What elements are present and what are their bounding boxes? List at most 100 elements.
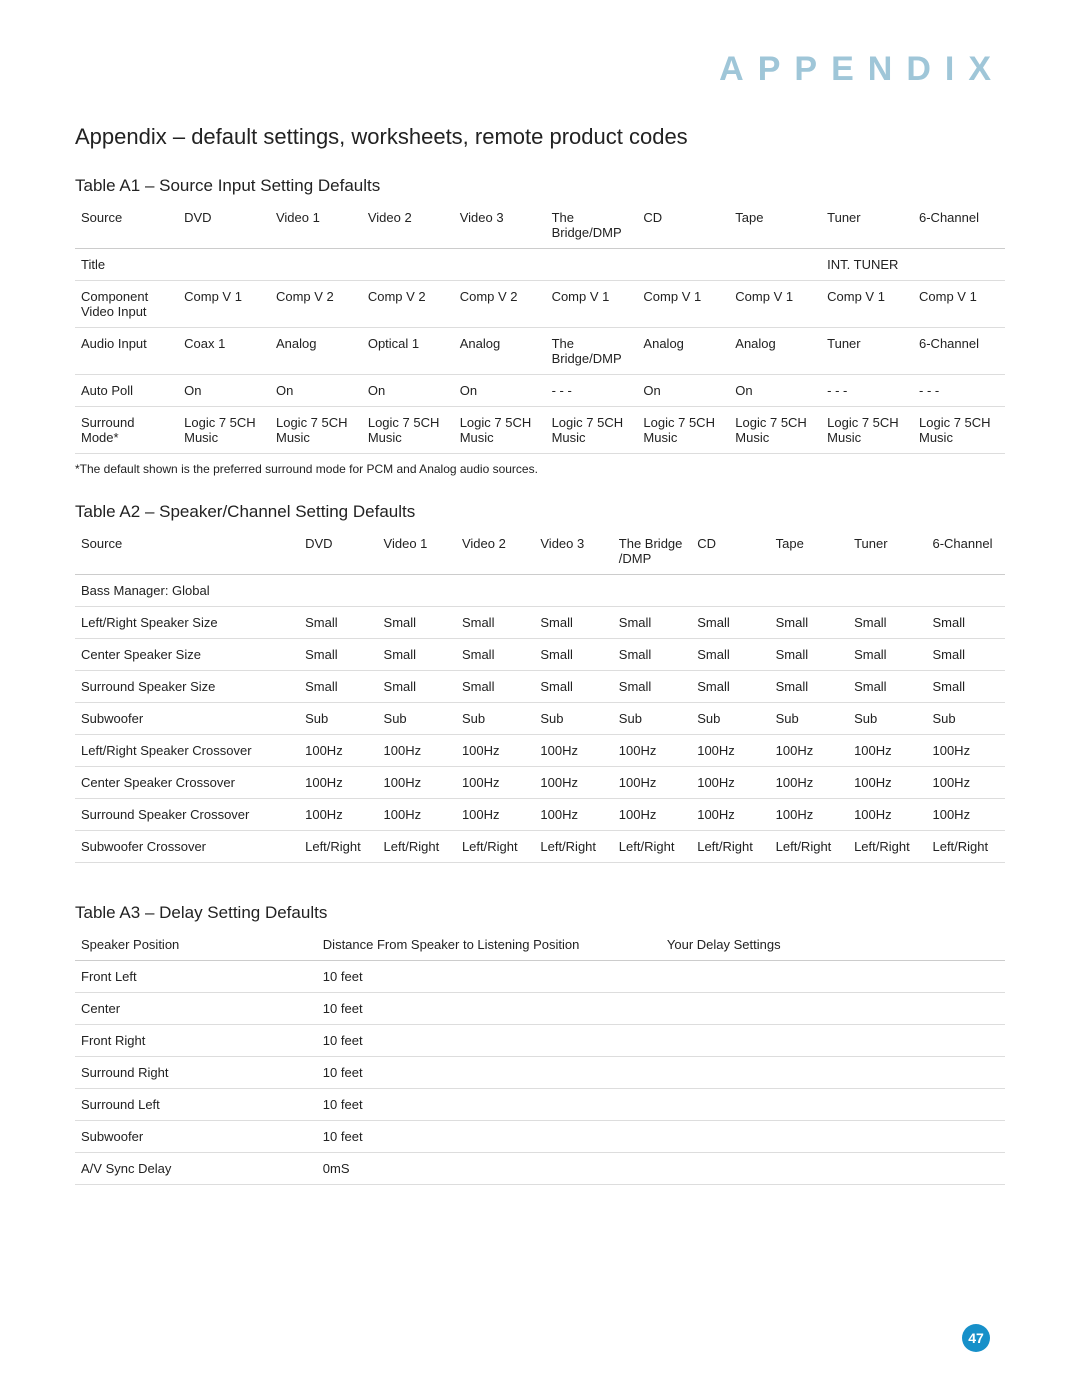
table-cell: A/V Sync Delay xyxy=(75,1153,317,1185)
table-row: Center10 feet xyxy=(75,993,1005,1025)
table-header-cell: 6-Channel xyxy=(926,528,1005,575)
table-header-cell: Speaker Position xyxy=(75,929,317,961)
table-header-cell: Tuner xyxy=(848,528,926,575)
table-row: Surround Speaker SizeSmallSmallSmallSmal… xyxy=(75,671,1005,703)
table-cell: Small xyxy=(378,671,456,703)
table-cell: 10 feet xyxy=(317,961,661,993)
section-header: APPENDIX xyxy=(75,50,1005,89)
table-cell: Small xyxy=(691,607,769,639)
table-a3-body: Front Left10 feetCenter10 feetFront Righ… xyxy=(75,961,1005,1185)
table-a2-title: Table A2 – Speaker/Channel Setting Defau… xyxy=(75,502,1005,522)
table-cell: Sub xyxy=(926,703,1005,735)
table-row: Audio InputCoax 1AnalogOptical 1AnalogTh… xyxy=(75,328,1005,375)
table-cell: Sub xyxy=(534,703,612,735)
table-cell: Comp V 1 xyxy=(637,281,729,328)
table-cell xyxy=(661,1089,1005,1121)
table-row: Bass Manager: Global xyxy=(75,575,1005,607)
table-cell: 100Hz xyxy=(613,799,691,831)
table-cell: - - - xyxy=(546,375,638,407)
table-cell xyxy=(299,575,377,607)
table-cell: 10 feet xyxy=(317,1089,661,1121)
table-cell: 6-Channel xyxy=(913,328,1005,375)
table-cell: Small xyxy=(926,607,1005,639)
table-a3-head: Speaker Position Distance From Speaker t… xyxy=(75,929,1005,961)
table-cell: 100Hz xyxy=(926,799,1005,831)
table-header-cell: Tuner xyxy=(821,202,913,249)
table-cell: Small xyxy=(613,639,691,671)
table-cell xyxy=(362,249,454,281)
table-row: Subwoofer10 feet xyxy=(75,1121,1005,1153)
table-row: TitleINT. TUNER xyxy=(75,249,1005,281)
table-cell: 100Hz xyxy=(456,767,534,799)
table-cell: 100Hz xyxy=(926,767,1005,799)
table-cell: Analog xyxy=(454,328,546,375)
document-page: APPENDIX Appendix – default settings, wo… xyxy=(0,0,1080,1397)
table-cell: 100Hz xyxy=(848,799,926,831)
table-header-cell: Tape xyxy=(729,202,821,249)
table-row: Surround Left10 feet xyxy=(75,1089,1005,1121)
table-cell: Analog xyxy=(270,328,362,375)
table-cell: Logic 7 5CH Music xyxy=(178,407,270,454)
table-cell: Logic 7 5CH Music xyxy=(821,407,913,454)
row-label: Audio Input xyxy=(75,328,178,375)
table-a1-head: Source DVD Video 1 Video 2 Video 3 The B… xyxy=(75,202,1005,249)
table-cell: Comp V 2 xyxy=(270,281,362,328)
table-cell xyxy=(661,961,1005,993)
table-cell: Small xyxy=(456,639,534,671)
table-cell: 100Hz xyxy=(770,735,848,767)
table-cell: 100Hz xyxy=(299,767,377,799)
table-cell xyxy=(661,993,1005,1025)
table-a2: Source DVD Video 1 Video 2 Video 3 The B… xyxy=(75,528,1005,863)
table-cell: Logic 7 5CH Music xyxy=(454,407,546,454)
table-cell: Left/Right xyxy=(848,831,926,863)
table-cell: 100Hz xyxy=(613,767,691,799)
table-cell: 100Hz xyxy=(770,799,848,831)
table-cell xyxy=(926,575,1005,607)
table-cell: 10 feet xyxy=(317,1121,661,1153)
table-header-cell: The Bridge/DMP xyxy=(546,202,638,249)
table-header-cell: 6-Channel xyxy=(913,202,1005,249)
table-a3-title: Table A3 – Delay Setting Defaults xyxy=(75,903,1005,923)
table-row: A/V Sync Delay0mS xyxy=(75,1153,1005,1185)
table-cell: Analog xyxy=(637,328,729,375)
table-cell: Sub xyxy=(456,703,534,735)
table-cell xyxy=(661,1153,1005,1185)
table-cell: Sub xyxy=(378,703,456,735)
table-cell xyxy=(913,249,1005,281)
table-cell xyxy=(378,575,456,607)
table-cell: Left/Right xyxy=(770,831,848,863)
table-cell: Comp V 1 xyxy=(821,281,913,328)
table-cell xyxy=(661,1025,1005,1057)
table-cell xyxy=(691,575,769,607)
row-label: Component Video Input xyxy=(75,281,178,328)
table-cell: 100Hz xyxy=(299,799,377,831)
table-cell: 100Hz xyxy=(534,735,612,767)
table-cell: Sub xyxy=(299,703,377,735)
table-a2-body: Bass Manager: GlobalLeft/Right Speaker S… xyxy=(75,575,1005,863)
table-row: Surround Speaker Crossover100Hz100Hz100H… xyxy=(75,799,1005,831)
table-cell: 10 feet xyxy=(317,1025,661,1057)
table-cell: Small xyxy=(534,607,612,639)
page-number-badge: 47 xyxy=(962,1324,990,1352)
table-cell: Small xyxy=(378,607,456,639)
row-label: Center Speaker Size xyxy=(75,639,299,671)
table-row: Subwoofer CrossoverLeft/RightLeft/RightL… xyxy=(75,831,1005,863)
table-cell: Comp V 1 xyxy=(913,281,1005,328)
row-label: Left/Right Speaker Crossover xyxy=(75,735,299,767)
table-cell: Small xyxy=(848,671,926,703)
table-cell: Small xyxy=(456,671,534,703)
table-row: SubwooferSubSubSubSubSubSubSubSubSub xyxy=(75,703,1005,735)
table-cell: Small xyxy=(770,607,848,639)
table-cell: Surround Left xyxy=(75,1089,317,1121)
table-cell xyxy=(661,1057,1005,1089)
row-label: Auto Poll xyxy=(75,375,178,407)
table-cell: Small xyxy=(926,639,1005,671)
table-cell: 100Hz xyxy=(848,735,926,767)
table-a2-head: Source DVD Video 1 Video 2 Video 3 The B… xyxy=(75,528,1005,575)
table-cell: Front Left xyxy=(75,961,317,993)
table-cell: On xyxy=(729,375,821,407)
row-label: Surround Speaker Crossover xyxy=(75,799,299,831)
row-label: Surround Speaker Size xyxy=(75,671,299,703)
table-cell: 100Hz xyxy=(848,767,926,799)
table-cell: 100Hz xyxy=(456,799,534,831)
